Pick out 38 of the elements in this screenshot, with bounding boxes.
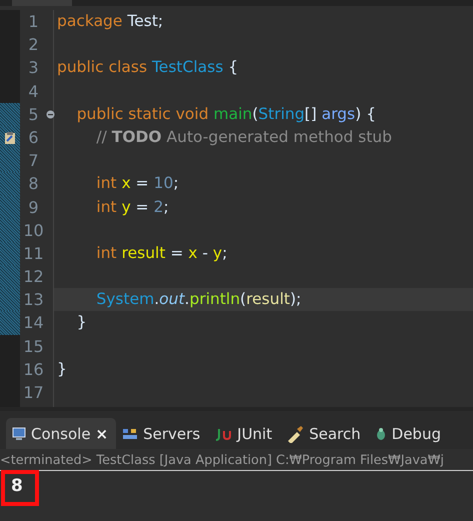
view-tab[interactable]: Servers: [116, 418, 208, 449]
view-tab[interactable]: JUnit: [208, 418, 280, 449]
line-number: 12: [23, 266, 45, 288]
line-number: 9: [28, 196, 40, 218]
line-number: 17: [23, 382, 45, 404]
code-line: int result = x - y;: [95, 242, 228, 264]
close-icon[interactable]: ×: [96, 424, 108, 442]
view-tab[interactable]: Console ×: [6, 418, 116, 449]
line-number: 3: [28, 57, 40, 80]
fold-icon[interactable]: [46, 110, 55, 119]
code-line: int x = 10;: [95, 173, 180, 194]
code-line: }: [56, 358, 68, 380]
line-number: 14: [23, 312, 45, 334]
console-status: <terminated> TestClass [Java Application] C:₩Program Files₩Java₩j: [0, 449, 473, 471]
line-number: 8: [28, 173, 40, 196]
line-number: 16: [23, 358, 45, 381]
code-line: }: [76, 312, 88, 334]
line-number: 2: [28, 34, 40, 56]
line-number: 15: [23, 336, 45, 358]
line-number: 13: [23, 289, 45, 312]
junit-icon: [214, 426, 232, 440]
code-line: // TODO Auto-generated method stub: [95, 126, 393, 148]
line-number: 4: [28, 80, 40, 103]
code-line: public static void main(String[] args) {: [76, 104, 377, 125]
code-line: package Test;: [56, 11, 164, 32]
line-number: 7: [28, 150, 40, 172]
line-number: 5: [28, 104, 40, 126]
monitor-icon: [12, 426, 26, 440]
code-line: public class TestClass {: [56, 57, 240, 78]
line-number: 10: [23, 220, 45, 242]
line-number: 11: [23, 242, 45, 265]
line-number: 6: [28, 126, 40, 149]
code-line: int y = 2;: [95, 196, 170, 218]
line-number: 1: [28, 11, 40, 33]
view-tab[interactable]: Debug: [368, 418, 449, 449]
view-tab[interactable]: Search: [280, 418, 369, 449]
servers-icon: [122, 428, 138, 440]
bug-icon: [374, 426, 387, 440]
